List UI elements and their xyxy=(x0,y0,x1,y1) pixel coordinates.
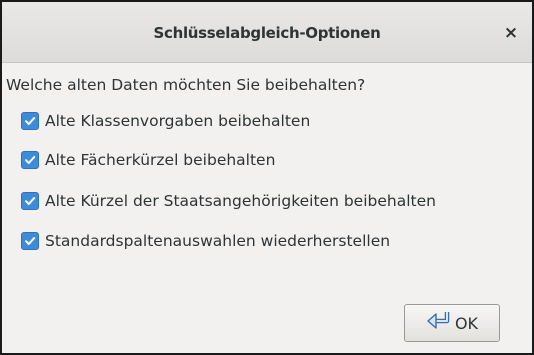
checkbox-checked-icon[interactable] xyxy=(21,151,39,169)
dialog-title: Schlüsselabgleich-Optionen xyxy=(153,24,381,42)
option-keep-class-defaults[interactable]: Alte Klassenvorgaben beibehalten xyxy=(21,109,310,133)
option-keep-subject-abbreviations[interactable]: Alte Fächerkürzel beibehalten xyxy=(21,148,275,172)
close-button[interactable]: × xyxy=(498,20,524,46)
dialog-titlebar[interactable]: Schlüsselabgleich-Optionen × xyxy=(2,2,532,63)
options-dialog: Schlüsselabgleich-Optionen × Welche alte… xyxy=(0,0,534,355)
checkbox-checked-icon[interactable] xyxy=(21,232,39,250)
option-restore-default-columns[interactable]: Standardspaltenauswahlen wiederherstelle… xyxy=(21,229,390,253)
ok-button[interactable]: OK xyxy=(404,304,500,342)
checkbox-checked-icon[interactable] xyxy=(21,112,39,130)
enter-arrow-icon xyxy=(427,312,450,329)
option-label: Alte Kürzel der Staatsangehörigkeiten be… xyxy=(45,192,436,210)
checkbox-checked-icon[interactable] xyxy=(21,192,39,210)
option-keep-nationality-abbreviations[interactable]: Alte Kürzel der Staatsangehörigkeiten be… xyxy=(21,189,436,213)
option-label: Standardspaltenauswahlen wiederherstelle… xyxy=(45,232,391,250)
option-label: Alte Klassenvorgaben beibehalten xyxy=(45,112,311,130)
question-text: Welche alten Daten möchten Sie beibehalt… xyxy=(6,76,366,94)
option-label: Alte Fächerkürzel beibehalten xyxy=(45,151,276,169)
ok-button-label: OK xyxy=(454,313,479,333)
